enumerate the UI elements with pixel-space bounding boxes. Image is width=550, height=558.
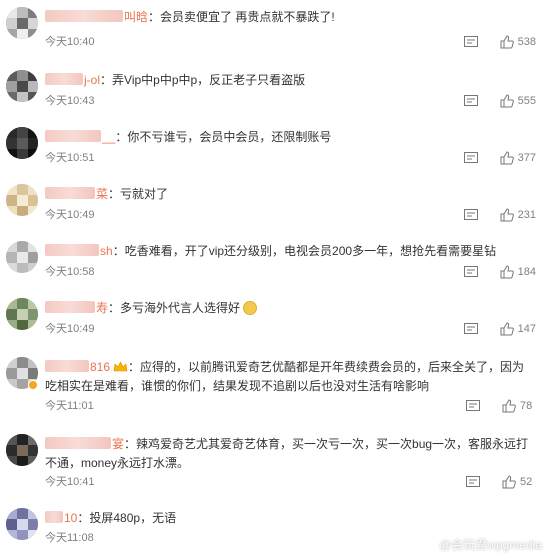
- comment-item: j-ol：弄Vip中p中p中p，反正老子只看盗版 今天10:43 555: [0, 63, 550, 120]
- comment-actions: 52: [466, 475, 536, 489]
- comment-time: 今天10:43: [45, 95, 95, 107]
- like-count: 377: [517, 152, 536, 164]
- like-count: 184: [517, 266, 536, 278]
- thumbs-up-icon[interactable]: [502, 475, 516, 489]
- comment-item: __：你不亏谁亏，会员中会员，还限制账号 今天10:51 377: [0, 120, 550, 177]
- commenter-name[interactable]: 菜: [45, 187, 108, 201]
- comment-time: 今天10:49: [45, 209, 95, 221]
- comment-text-line: 叫晗：会员卖便宜了 再贵点就不暴跌了!: [45, 8, 536, 27]
- vip-crown-icon: [113, 361, 128, 372]
- comment-text-line: 宴：辣鸡爱奇艺尤其爱奇艺体育，买一次亏一次，买一次bug一次，客服永远打不通，m…: [45, 437, 529, 470]
- comment-actions: 231: [463, 208, 536, 222]
- comment-actions: 184: [463, 265, 536, 279]
- comment-actions: 555: [463, 94, 536, 108]
- thumbs-up-icon[interactable]: [500, 151, 514, 165]
- thumbs-up-icon[interactable]: [500, 322, 514, 336]
- comment-text-line: j-ol：弄Vip中p中p中p，反正老子只看盗版: [45, 71, 536, 90]
- comment-text: 会员卖便宜了 再贵点就不暴跌了!: [160, 10, 335, 24]
- comment-actions: 538: [463, 35, 536, 49]
- comment-item: 宴：辣鸡爱奇艺尤其爱奇艺体育，买一次亏一次，买一次bug一次，客服永远打不通，m…: [0, 427, 550, 497]
- commenter-name[interactable]: __: [45, 130, 115, 144]
- avatar[interactable]: [6, 434, 38, 466]
- commenter-name[interactable]: sh: [45, 244, 113, 258]
- thumbs-up-icon[interactable]: [500, 94, 514, 108]
- weibo-logo-icon: [420, 538, 436, 552]
- commenter-name[interactable]: 寿: [45, 301, 108, 315]
- comment-text: 弄Vip中p中p中p，反正老子只看盗版: [112, 73, 306, 87]
- thumbs-up-icon[interactable]: [500, 208, 514, 222]
- avatar[interactable]: [6, 508, 38, 540]
- avatar[interactable]: [6, 241, 38, 273]
- comment-item: sh：吃香难看，开了vip还分级别，电视会员200多一年，想抢先看需要星钻 今天…: [0, 234, 550, 291]
- thumbs-up-icon[interactable]: [500, 265, 514, 279]
- reply-icon[interactable]: [463, 208, 478, 222]
- commenter-name[interactable]: 叫晗: [45, 10, 148, 24]
- like-count: 231: [517, 209, 536, 221]
- comment-item: 叫晗：会员卖便宜了 再贵点就不暴跌了! 今天10:40 538: [0, 0, 550, 57]
- like-count: 538: [517, 36, 536, 48]
- comment-actions: 78: [466, 399, 536, 413]
- comment-time: 今天10:51: [45, 152, 95, 164]
- comment-item: 菜：亏就对了 今天10:49 231: [0, 177, 550, 234]
- comment-text: 多亏海外代言人选得好: [120, 301, 241, 315]
- comment-text-line: 菜：亏就对了: [45, 185, 536, 204]
- comment-item: 816 ：应得的，以前腾讯爱奇艺优酷都是开年费续费会员的，后来全关了，因为吃相实在…: [0, 350, 550, 420]
- like-count: 78: [520, 400, 533, 412]
- thumbs-up-icon[interactable]: [502, 399, 516, 413]
- reply-icon[interactable]: [463, 151, 478, 165]
- avatar[interactable]: [6, 184, 38, 216]
- comment-time: 今天10:58: [45, 266, 95, 278]
- thumbs-up-icon[interactable]: [500, 35, 514, 49]
- like-count: 52: [520, 476, 533, 488]
- commenter-name[interactable]: 10: [45, 511, 77, 525]
- reply-icon[interactable]: [463, 265, 478, 279]
- commenter-name[interactable]: 宴: [45, 437, 124, 451]
- avatar[interactable]: [6, 70, 38, 102]
- weibo-watermark: @会玩君wpgmedia: [420, 536, 542, 553]
- reply-icon[interactable]: [466, 399, 480, 413]
- comment-text-line: sh：吃香难看，开了vip还分级别，电视会员200多一年，想抢先看需要星钻: [45, 242, 536, 261]
- comment-time: 今天10:41: [45, 476, 95, 488]
- reply-icon[interactable]: [466, 475, 480, 489]
- comment-text-line: 10：投屏480p，无语: [45, 509, 536, 528]
- like-count: 147: [517, 323, 536, 335]
- emoji-icon: [243, 301, 258, 315]
- comment-text-line: 寿：多亏海外代言人选得好: [45, 299, 536, 318]
- comment-time: 今天11:08: [45, 532, 94, 544]
- comment-time: 今天10:49: [45, 323, 95, 335]
- comment-text-line: 816 ：应得的，以前腾讯爱奇艺优酷都是开年费续费会员的，后来全关了，因为吃相实在…: [45, 360, 525, 393]
- avatar[interactable]: [6, 127, 38, 159]
- commenter-name[interactable]: 816: [45, 360, 110, 374]
- comment-actions: 147: [463, 322, 536, 336]
- comment-item: 寿：多亏海外代言人选得好 今天10:49 147: [0, 291, 550, 348]
- avatar[interactable]: [6, 7, 38, 39]
- comment-actions: 377: [463, 151, 536, 165]
- verified-badge-icon: [28, 380, 38, 390]
- comment-text: 亏就对了: [120, 187, 169, 201]
- reply-icon[interactable]: [463, 35, 478, 49]
- commenter-name[interactable]: j-ol: [45, 73, 100, 87]
- comment-text: 吃香难看，开了vip还分级别，电视会员200多一年，想抢先看需要星钻: [124, 244, 497, 258]
- reply-icon[interactable]: [463, 94, 478, 108]
- comment-time: 今天10:40: [45, 36, 95, 48]
- comment-text-line: __：你不亏谁亏，会员中会员，还限制账号: [45, 128, 536, 147]
- comment-text: 你不亏谁亏，会员中会员，还限制账号: [127, 130, 332, 144]
- reply-icon[interactable]: [463, 322, 478, 336]
- comment-text: 投屏480p，无语: [89, 511, 177, 525]
- avatar[interactable]: [6, 298, 38, 330]
- like-count: 555: [517, 95, 536, 107]
- comment-time: 今天11:01: [45, 400, 94, 412]
- watermark-text: @会玩君wpgmedia: [439, 538, 542, 552]
